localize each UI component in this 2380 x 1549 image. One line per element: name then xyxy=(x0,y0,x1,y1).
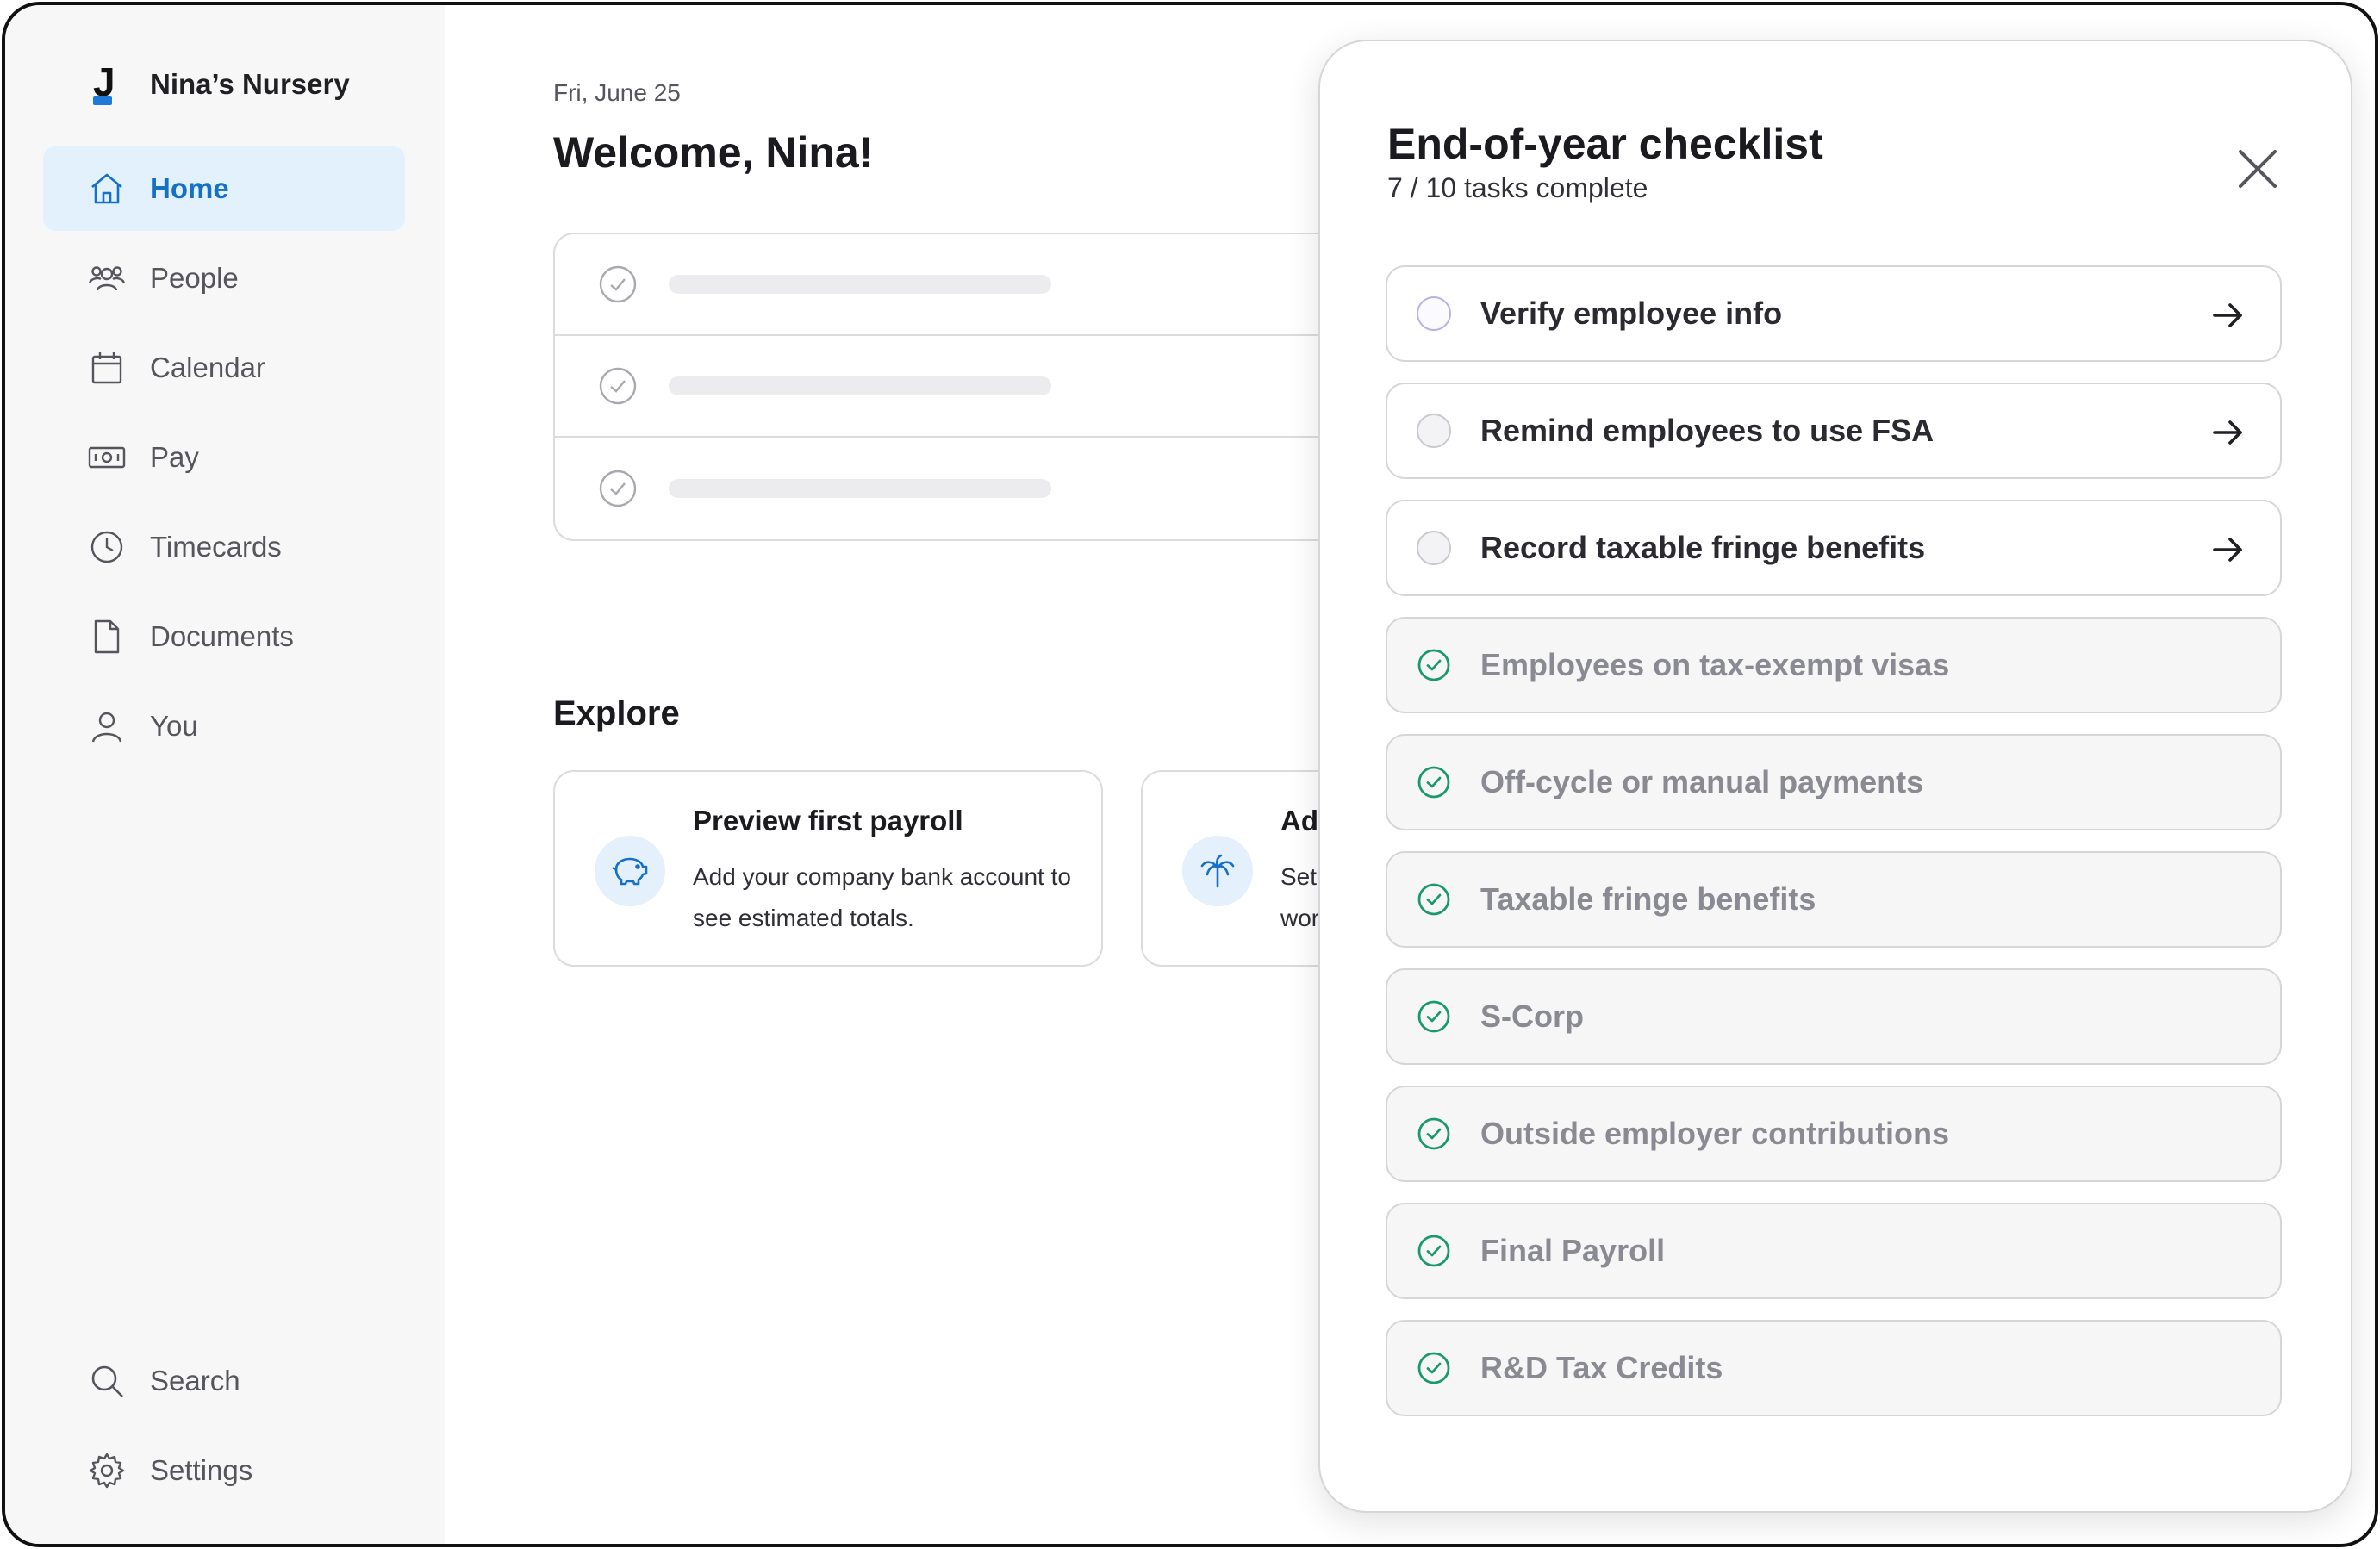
checklist-item-tax-exempt-visas[interactable]: Employees on tax-exempt visas xyxy=(1386,617,2282,713)
sidebar-item-documents[interactable]: Documents xyxy=(43,594,405,679)
check-circle-icon xyxy=(1417,1234,1451,1268)
sidebar-item-timecards[interactable]: Timecards xyxy=(43,505,405,589)
checklist: Verify employee info Remind employees to… xyxy=(1386,265,2282,1437)
sidebar-item-calendar[interactable]: Calendar xyxy=(43,326,405,410)
check-circle-icon xyxy=(1417,882,1451,917)
card-title: Preview first payroll xyxy=(693,805,963,837)
sidebar-item-search[interactable]: Search xyxy=(43,1339,405,1423)
check-circle-icon xyxy=(1417,1351,1451,1385)
sidebar-item-pay[interactable]: Pay xyxy=(43,415,405,500)
check-circle-icon xyxy=(1417,765,1451,799)
arrow-right-icon xyxy=(2213,303,2242,327)
sidebar-bottom-nav: Search Settings xyxy=(43,1339,405,1518)
checklist-item-label: Taxable fringe benefits xyxy=(1480,881,1816,917)
palm-tree-icon xyxy=(1182,836,1253,906)
progress-text: 7 / 10 tasks complete xyxy=(1387,172,1648,203)
search-icon xyxy=(88,1362,126,1400)
document-icon xyxy=(88,618,126,656)
check-circle-icon xyxy=(1417,999,1451,1034)
check-circle-icon xyxy=(599,470,637,507)
checklist-drawer: End-of-year checklist 7 / 10 tasks compl… xyxy=(1318,40,2352,1513)
task-row[interactable] xyxy=(555,438,1413,539)
checklist-item-s-corp[interactable]: S-Corp xyxy=(1386,968,2282,1065)
check-circle-icon xyxy=(599,367,637,405)
explore-card-preview-payroll[interactable]: Preview first payroll Add your company b… xyxy=(553,770,1103,967)
checklist-item-off-cycle[interactable]: Off-cycle or manual payments xyxy=(1386,734,2282,830)
sidebar-item-home[interactable]: Home xyxy=(43,146,405,231)
checklist-item-label: S-Corp xyxy=(1480,998,1584,1034)
sidebar-item-settings[interactable]: Settings xyxy=(43,1428,405,1513)
arrow-right-icon xyxy=(2213,420,2242,445)
checklist-item-record-fringe[interactable]: Record taxable fringe benefits xyxy=(1386,500,2282,596)
checklist-item-label: Outside employer contributions xyxy=(1480,1116,1950,1151)
sidebar-item-you[interactable]: You xyxy=(43,684,405,768)
checklist-item-label: R&D Tax Credits xyxy=(1480,1350,1723,1385)
piggy-bank-icon xyxy=(595,836,665,906)
close-icon xyxy=(2239,150,2277,188)
pay-icon xyxy=(88,439,126,476)
check-circle-icon xyxy=(1417,1117,1451,1151)
checklist-item-outside-employer[interactable]: Outside employer contributions xyxy=(1386,1086,2282,1182)
checklist-item-remind-fsa[interactable]: Remind employees to use FSA xyxy=(1386,383,2282,479)
checklist-item-label: Verify employee info xyxy=(1480,295,1783,331)
incomplete-circle-icon xyxy=(1417,296,1451,331)
sidebar-item-label: People xyxy=(150,262,239,294)
brand-logo: J xyxy=(93,59,115,105)
task-row[interactable] xyxy=(555,336,1413,438)
sidebar-item-people[interactable]: People xyxy=(43,236,405,320)
checklist-item-verify-employee-info[interactable]: Verify employee info xyxy=(1386,265,2282,362)
sidebar-item-label: Calendar xyxy=(150,351,265,383)
skeleton-line xyxy=(669,376,1051,395)
sidebar-nav: Home People Calendar Pay Timecards Docum… xyxy=(43,146,405,774)
skeleton-line xyxy=(669,479,1051,498)
sidebar-item-label: Settings xyxy=(150,1454,253,1486)
sidebar-item-label: Search xyxy=(150,1365,240,1397)
sidebar-item-label: Pay xyxy=(150,441,199,473)
incomplete-circle-icon xyxy=(1417,531,1451,565)
user-icon xyxy=(88,707,126,745)
checklist-item-label: Final Payroll xyxy=(1480,1233,1666,1268)
task-list-placeholder xyxy=(553,233,1415,541)
card-description: Add your company bank account to see est… xyxy=(693,863,1071,931)
checklist-item-label: Remind employees to use FSA xyxy=(1480,413,1935,448)
arrow-right-icon xyxy=(2213,538,2242,562)
sidebar-item-label: Timecards xyxy=(150,531,282,563)
explore-heading: Explore xyxy=(553,694,680,732)
checklist-item-label: Employees on tax-exempt visas xyxy=(1480,647,1950,682)
sidebar-item-label: Home xyxy=(150,172,229,204)
sidebar-item-label: You xyxy=(150,710,198,742)
page-title: Welcome, Nina! xyxy=(553,128,874,177)
checklist-item-label: Record taxable fringe benefits xyxy=(1480,530,1926,565)
incomplete-circle-icon xyxy=(1417,414,1451,448)
brand-name: Nina’s Nursery xyxy=(150,68,350,100)
brand[interactable]: J Nina’s Nursery xyxy=(91,59,350,105)
people-icon xyxy=(88,259,126,297)
task-row[interactable] xyxy=(555,234,1413,336)
gear-icon xyxy=(88,1452,126,1490)
app-window: J Nina’s Nursery Home People Calendar Pa… xyxy=(2,2,2378,1547)
check-circle-icon xyxy=(1417,648,1451,682)
card-title: Ad xyxy=(1280,805,1318,837)
checklist-item-rd-tax-credits[interactable]: R&D Tax Credits xyxy=(1386,1320,2282,1416)
skeleton-line xyxy=(669,275,1051,294)
checklist-item-label: Off-cycle or manual payments xyxy=(1480,764,1924,799)
clock-icon xyxy=(88,528,126,566)
date-label: Fri, June 25 xyxy=(553,79,681,106)
home-icon xyxy=(88,170,126,208)
calendar-icon xyxy=(88,349,126,387)
check-circle-icon xyxy=(599,265,637,303)
drawer-title: End-of-year checklist xyxy=(1387,120,1823,168)
checklist-item-final-payroll[interactable]: Final Payroll xyxy=(1386,1203,2282,1299)
sidebar-item-label: Documents xyxy=(150,620,294,652)
checklist-item-taxable-fringe[interactable]: Taxable fringe benefits xyxy=(1386,851,2282,948)
close-button[interactable] xyxy=(2234,145,2282,193)
sidebar: J Nina’s Nursery Home People Calendar Pa… xyxy=(5,5,445,1544)
